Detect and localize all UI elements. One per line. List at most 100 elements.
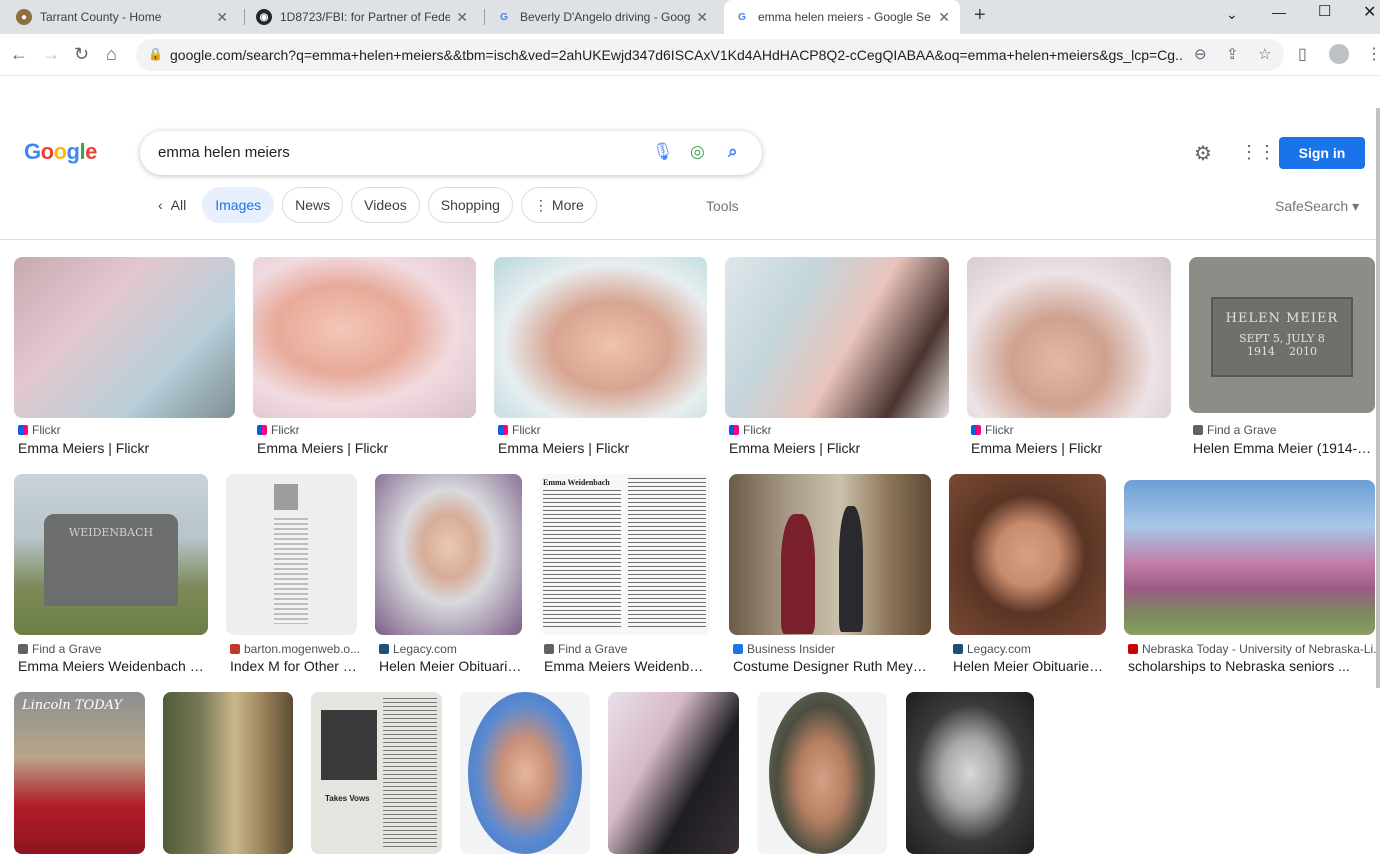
- chip-more[interactable]: ⋮ More: [520, 187, 597, 223]
- result-title[interactable]: Costume Designer Ruth Meyers ...: [733, 658, 931, 674]
- settings-gear-icon[interactable]: ⚙: [1194, 141, 1212, 166]
- profile-avatar[interactable]: [1329, 44, 1349, 64]
- result-title[interactable]: Index M for Other O...: [230, 658, 357, 674]
- result-thumbnail[interactable]: [967, 257, 1171, 418]
- tools-button[interactable]: Tools: [706, 198, 739, 214]
- back-arrow-icon[interactable]: ←: [10, 44, 28, 65]
- apps-grid-icon[interactable]: ⋮⋮: [1240, 142, 1276, 163]
- result-source[interactable]: Find a Grave: [544, 642, 627, 656]
- search-input[interactable]: emma helen meiers: [158, 144, 290, 161]
- result-thumbnail[interactable]: [226, 474, 357, 635]
- result-source[interactable]: Flickr: [498, 423, 541, 437]
- window-close-icon[interactable]: ✕: [1363, 2, 1376, 22]
- address-bar[interactable]: 🔒 google.com/search?q=emma+helen+meiers&…: [136, 39, 1284, 71]
- result-thumbnail[interactable]: [494, 257, 707, 418]
- search-box[interactable]: emma helen meiers 🎙 ◎ ⌕: [140, 131, 762, 175]
- result-source[interactable]: Find a Grave: [18, 642, 101, 656]
- result-title[interactable]: Emma Meiers | Flickr: [971, 440, 1171, 456]
- result-title[interactable]: Helen Meier Obituaries...: [379, 658, 522, 674]
- result-thumbnail[interactable]: [253, 257, 476, 418]
- tab-title: emma helen meiers - Google Se: [758, 10, 931, 24]
- lens-camera-icon[interactable]: ◎: [690, 142, 705, 162]
- bookmark-star-icon[interactable]: ☆: [1258, 45, 1271, 63]
- result-thumbnail[interactable]: [1124, 480, 1375, 635]
- chip-all[interactable]: ‹ All: [150, 187, 195, 223]
- result-title[interactable]: Emma Meiers | Flickr: [18, 440, 235, 456]
- tab-beverly[interactable]: G Beverly D'Angelo driving - Goog ✕: [486, 0, 718, 34]
- close-icon[interactable]: ✕: [216, 9, 228, 26]
- close-icon[interactable]: ✕: [456, 9, 468, 26]
- home-icon[interactable]: ⌂: [106, 44, 117, 65]
- gravestone-dates: SEPT 5, JULY 8: [1239, 332, 1325, 345]
- sign-in-button[interactable]: Sign in: [1279, 137, 1365, 169]
- result-thumbnail[interactable]: [729, 474, 931, 635]
- source-label: Business Insider: [747, 642, 836, 656]
- url-text[interactable]: google.com/search?q=emma+helen+meiers&&t…: [170, 47, 1182, 63]
- result-title[interactable]: Emma Meiers Weidenbach (18...: [18, 658, 208, 674]
- result-title[interactable]: Emma Meiers Weidenbach...: [544, 658, 710, 674]
- result-source[interactable]: Nebraska Today - University of Nebraska-…: [1128, 642, 1380, 656]
- result-thumbnail[interactable]: HELEN MEIER SEPT 5, JULY 8 1914 2010: [1189, 257, 1375, 413]
- source-label: Flickr: [512, 423, 541, 437]
- tab-tarrant[interactable]: ● Tarrant County - Home ✕: [6, 0, 238, 34]
- forward-arrow-icon[interactable]: →: [42, 44, 60, 65]
- result-thumbnail[interactable]: Lincoln TODAY: [14, 692, 145, 854]
- chip-news[interactable]: News: [282, 187, 344, 223]
- result-thumbnail[interactable]: WEIDENBACH: [14, 474, 208, 635]
- new-tab-plus-icon[interactable]: +: [974, 4, 986, 27]
- result-thumbnail[interactable]: Takes Vows: [311, 692, 442, 854]
- result-thumbnail[interactable]: [725, 257, 949, 418]
- result-source[interactable]: barton.mogenweb.o...: [230, 642, 360, 656]
- result-title[interactable]: Helen Meier Obituaries ...: [953, 658, 1106, 674]
- chip-videos[interactable]: Videos: [351, 187, 420, 223]
- result-thumbnail[interactable]: [163, 692, 293, 854]
- result-source[interactable]: Flickr: [729, 423, 772, 437]
- result-thumbnail[interactable]: [949, 474, 1106, 635]
- safesearch-dropdown[interactable]: SafeSearch ▾: [1275, 198, 1359, 215]
- result-thumbnail[interactable]: [460, 692, 590, 854]
- result-thumbnail[interactable]: [906, 692, 1034, 854]
- result-title[interactable]: Emma Meiers | Flickr: [498, 440, 707, 456]
- chip-label: Shopping: [440, 197, 500, 213]
- minimize-icon[interactable]: —: [1272, 4, 1286, 20]
- tab-emma-active[interactable]: G emma helen meiers - Google Se ✕: [724, 0, 960, 34]
- source-label: Legacy.com: [967, 642, 1031, 656]
- result-source[interactable]: Flickr: [971, 423, 1014, 437]
- chip-shopping[interactable]: Shopping: [427, 187, 513, 223]
- share-icon[interactable]: ⇪: [1226, 45, 1239, 63]
- result-thumbnail[interactable]: [608, 692, 739, 854]
- flickr-icon: [18, 425, 28, 435]
- tab-search-chevron-icon[interactable]: ⌄: [1226, 6, 1238, 23]
- side-panel-icon[interactable]: ▯: [1298, 44, 1307, 64]
- text-column: [274, 518, 308, 624]
- result-thumbnail[interactable]: [757, 692, 887, 854]
- result-source[interactable]: Find a Grave: [1193, 423, 1276, 437]
- chip-images[interactable]: Images: [202, 187, 275, 223]
- close-icon[interactable]: ✕: [938, 9, 950, 26]
- result-source[interactable]: Flickr: [257, 423, 300, 437]
- close-icon[interactable]: ✕: [696, 9, 708, 26]
- result-thumbnail[interactable]: [14, 257, 235, 418]
- microphone-icon[interactable]: 🎙: [652, 142, 674, 162]
- search-icon[interactable]: ⌕: [728, 142, 738, 162]
- maximize-icon[interactable]: ☐: [1318, 2, 1331, 20]
- page-scrollbar[interactable]: [1376, 108, 1380, 688]
- tab-github[interactable]: ◉ 1D8723/FBI: for Partner of Feder ✕: [246, 0, 478, 34]
- result-title[interactable]: Emma Meiers | Flickr: [257, 440, 476, 456]
- result-source[interactable]: Business Insider: [733, 642, 835, 656]
- result-source[interactable]: Legacy.com: [379, 642, 457, 656]
- result-title[interactable]: Helen Emma Meier (1914-20...: [1193, 440, 1375, 456]
- result-thumbnail[interactable]: Emma Weidenbach: [540, 474, 710, 635]
- kebab-menu-icon[interactable]: ⋮: [1366, 44, 1380, 64]
- google-logo[interactable]: Google: [24, 139, 97, 165]
- result-source[interactable]: Legacy.com: [953, 642, 1031, 656]
- result-title[interactable]: scholarships to Nebraska seniors ...: [1128, 658, 1375, 674]
- flickr-icon: [971, 425, 981, 435]
- reload-icon[interactable]: ↻: [74, 44, 89, 65]
- tab-title: Beverly D'Angelo driving - Goog: [520, 10, 691, 24]
- result-thumbnail[interactable]: [375, 474, 522, 635]
- findagrave-icon: [1193, 425, 1203, 435]
- result-title[interactable]: Emma Meiers | Flickr: [729, 440, 949, 456]
- result-source[interactable]: Flickr: [18, 423, 61, 437]
- zoom-icon[interactable]: ⊖: [1194, 45, 1207, 63]
